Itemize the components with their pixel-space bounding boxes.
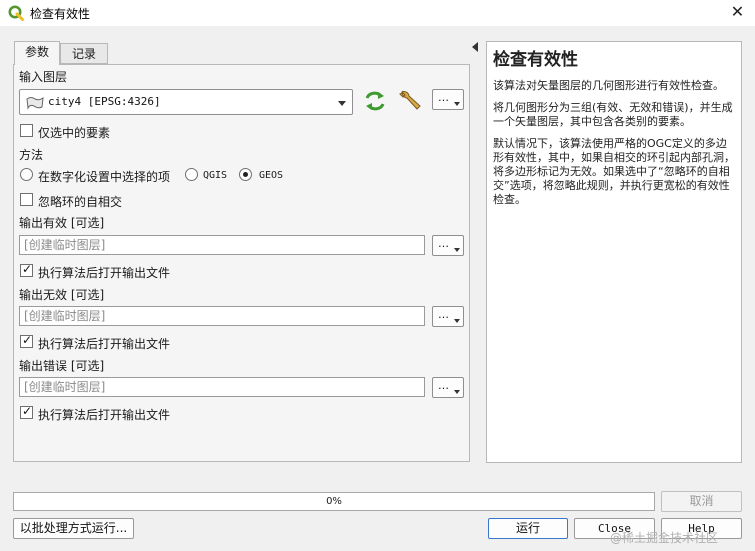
output-invalid-field[interactable] xyxy=(19,306,425,326)
method-radio-digitizing[interactable] xyxy=(20,168,33,181)
output-error-input[interactable] xyxy=(20,378,424,396)
output-valid-label: 输出有效 [可选] xyxy=(19,216,105,230)
open-error-output-checkbox[interactable] xyxy=(20,404,33,419)
help-paragraph: 将几何图形分为三组(有效、无效和错误)，并生成一个矢量图层，其中包含各类别的要素… xyxy=(493,101,733,128)
output-error-field[interactable] xyxy=(19,377,425,397)
dropdown-arrow-icon xyxy=(454,248,460,252)
open-error-output-label: 执行算法后打开输出文件 xyxy=(38,408,171,422)
output-invalid-options-button[interactable]: … xyxy=(432,306,464,327)
watermark: @稀土掘金技术社区 xyxy=(610,531,719,545)
wrench-settings-icon[interactable] xyxy=(398,88,422,112)
help-paragraph: 该算法对矢量图层的几何图形进行有效性检查。 xyxy=(493,79,724,92)
iterate-refresh-icon[interactable] xyxy=(363,90,387,112)
tab-log[interactable]: 记录 xyxy=(60,43,108,64)
progress-bar: 0% xyxy=(13,492,655,511)
output-valid-input[interactable] xyxy=(20,236,424,254)
dropdown-arrow-icon xyxy=(454,102,460,106)
input-layer-options-button[interactable]: … xyxy=(432,89,464,110)
output-error-label: 输出错误 [可选] xyxy=(19,359,105,373)
open-valid-output-label: 执行算法后打开输出文件 xyxy=(38,266,171,280)
method-option-qgis-label: QGIS xyxy=(203,170,228,181)
output-valid-field[interactable] xyxy=(19,235,425,255)
help-title: 检查有效性 xyxy=(493,50,578,70)
window-title: 检查有效性 xyxy=(30,7,91,21)
method-radio-geos[interactable] xyxy=(239,168,252,181)
title-bar: 检查有效性 ✕ xyxy=(0,0,755,26)
method-option-geos-label: GEOS xyxy=(259,170,284,181)
output-error-options-button[interactable]: … xyxy=(432,377,464,398)
open-invalid-output-label: 执行算法后打开输出文件 xyxy=(38,337,171,351)
selected-only-label: 仅选中的要素 xyxy=(38,126,111,140)
input-layer-value: city4 [EPSG:4326] xyxy=(48,95,161,108)
input-layer-select[interactable]: city4 [EPSG:4326] xyxy=(19,89,353,115)
progress-text: 0% xyxy=(326,496,342,507)
tab-parameters[interactable]: 参数 xyxy=(14,41,60,65)
method-option-digitizing-label: 在数字化设置中选择的项 xyxy=(38,170,171,184)
collapse-help-arrow-icon[interactable] xyxy=(472,42,478,52)
method-radio-qgis[interactable] xyxy=(185,168,198,181)
open-invalid-output-checkbox[interactable] xyxy=(20,333,33,348)
selected-only-checkbox[interactable] xyxy=(20,124,33,137)
output-invalid-label: 输出无效 [可选] xyxy=(19,288,105,302)
window-close-button[interactable]: ✕ xyxy=(720,0,755,26)
batch-run-button[interactable]: 以批处理方式运行... xyxy=(13,518,134,539)
ignore-ring-checkbox[interactable] xyxy=(20,193,33,206)
output-valid-options-button[interactable]: … xyxy=(432,235,464,256)
method-label: 方法 xyxy=(19,148,44,162)
ignore-ring-label: 忽略环的自相交 xyxy=(38,195,123,209)
cancel-button[interactable]: 取消 xyxy=(661,491,742,512)
chevron-down-icon xyxy=(338,101,346,106)
input-layer-label: 输入图层 xyxy=(19,70,68,84)
output-invalid-input[interactable] xyxy=(20,307,424,325)
qgis-logo-icon xyxy=(8,5,24,21)
dropdown-arrow-icon xyxy=(454,390,460,394)
run-button[interactable]: 运行 xyxy=(488,518,568,539)
open-valid-output-checkbox[interactable] xyxy=(20,262,33,277)
help-panel: 检查有效性 该算法对矢量图层的几何图形进行有效性检查。 将几何图形分为三组(有效… xyxy=(486,41,742,463)
help-paragraph: 默认情况下，该算法使用严格的OGC定义的多边形有效性，其中，如果自相交的环引起内… xyxy=(493,137,735,206)
dropdown-arrow-icon xyxy=(454,319,460,323)
polygon-layer-icon xyxy=(26,96,44,110)
